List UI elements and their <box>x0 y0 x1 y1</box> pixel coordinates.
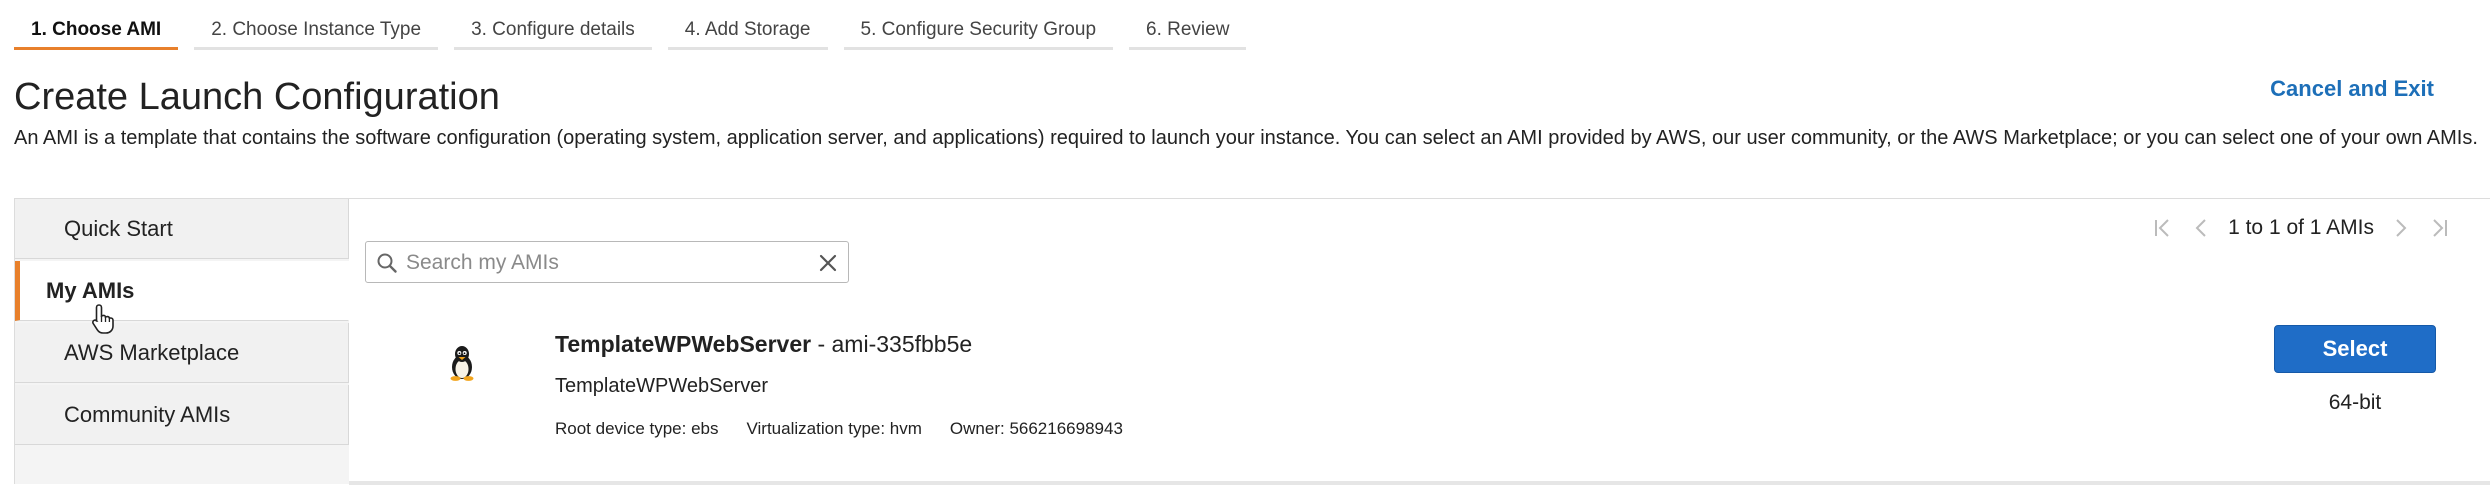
search-icon <box>377 253 397 273</box>
tab-community-amis[interactable]: Community AMIs <box>15 385 349 445</box>
last-page-icon[interactable] <box>2428 215 2450 241</box>
page-title: Create Launch Configuration <box>14 76 500 118</box>
step-configure-details[interactable]: 3. Configure details <box>454 12 652 50</box>
tab-quick-start[interactable]: Quick Start <box>15 199 349 259</box>
ami-content: 1 to 1 of 1 AMIs Templa <box>349 199 2490 485</box>
step-add-storage[interactable]: 4. Add Storage <box>667 12 828 50</box>
virtualization-type: Virtualization type: hvm <box>746 419 922 438</box>
step-choose-instance-type[interactable]: 2. Choose Instance Type <box>194 12 439 50</box>
page-description: An AMI is a template that contains the s… <box>14 127 2478 149</box>
architecture-label: 64-bit <box>2328 391 2382 414</box>
linux-tux-icon <box>450 346 474 381</box>
step-choose-ami[interactable]: 1. Choose AMI <box>14 12 179 50</box>
tab-aws-marketplace[interactable]: AWS Marketplace <box>15 323 349 383</box>
search-box <box>365 241 849 283</box>
ami-panel: Quick Start My AMIs AWS Marketplace Comm… <box>14 198 2490 485</box>
pagination-text: 1 to 1 of 1 AMIs <box>2228 216 2374 239</box>
step-review[interactable]: 6. Review <box>1129 12 1247 50</box>
ami-description: TemplateWPWebServer <box>555 375 769 397</box>
ami-source-tabs: Quick Start My AMIs AWS Marketplace Comm… <box>15 199 349 484</box>
next-page-icon[interactable] <box>2390 215 2412 241</box>
step-configure-security-group[interactable]: 5. Configure Security Group <box>843 12 1114 50</box>
ami-owner: Owner: 566216698943 <box>949 419 1123 438</box>
cancel-and-exit-link[interactable]: Cancel and Exit <box>2270 76 2434 102</box>
row-divider <box>349 481 2490 485</box>
hand-cursor-icon <box>92 304 114 334</box>
pagination: 1 to 1 of 1 AMIs <box>2152 215 2450 241</box>
previous-page-icon[interactable] <box>2190 215 2212 241</box>
ami-id: - ami-335fbb5e <box>811 331 973 357</box>
tab-my-amis[interactable]: My AMIs <box>15 261 349 321</box>
wizard-steps: 1. Choose AMI 2. Choose Instance Type 3.… <box>14 12 1247 50</box>
clear-search-icon[interactable] <box>818 253 838 273</box>
ami-metadata: Root device type: ebs Virtualization typ… <box>555 419 1123 439</box>
ami-title: TemplateWPWebServer - ami-335fbb5e <box>555 331 972 358</box>
search-input[interactable] <box>404 246 808 280</box>
ami-list-item: TemplateWPWebServer - ami-335fbb5e Templ… <box>349 305 2490 485</box>
root-device-type: Root device type: ebs <box>555 419 719 438</box>
ami-name: TemplateWPWebServer <box>555 331 812 357</box>
first-page-icon[interactable] <box>2152 215 2174 241</box>
select-button[interactable]: Select <box>2274 325 2436 373</box>
